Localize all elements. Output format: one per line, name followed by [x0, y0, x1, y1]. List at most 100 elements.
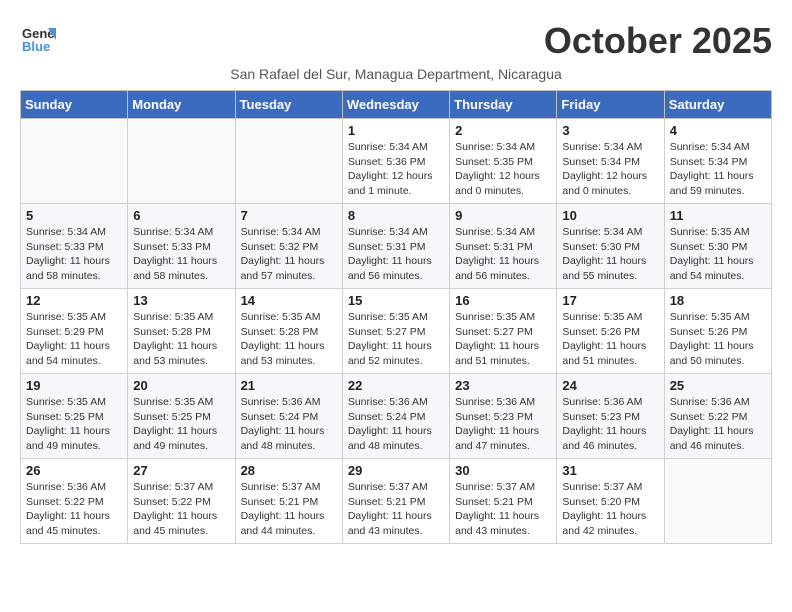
day-cell: 22 Sunrise: 5:36 AM Sunset: 5:24 PM Dayli… [342, 374, 449, 459]
header-row: SundayMondayTuesdayWednesdayThursdayFrid… [21, 91, 772, 119]
day-cell: 24 Sunrise: 5:36 AM Sunset: 5:23 PM Dayli… [557, 374, 664, 459]
day-info: Sunrise: 5:35 AM Sunset: 5:25 PM Dayligh… [133, 395, 229, 454]
day-info: Sunrise: 5:35 AM Sunset: 5:28 PM Dayligh… [241, 310, 337, 369]
day-info: Sunrise: 5:36 AM Sunset: 5:22 PM Dayligh… [670, 395, 766, 454]
header-thursday: Thursday [450, 91, 557, 119]
day-number: 7 [241, 208, 337, 223]
day-info: Sunrise: 5:35 AM Sunset: 5:26 PM Dayligh… [562, 310, 658, 369]
day-number: 5 [26, 208, 122, 223]
day-number: 11 [670, 208, 766, 223]
day-number: 28 [241, 463, 337, 478]
day-number: 18 [670, 293, 766, 308]
week-row-4: 19Sunrise: 5:35 AM Sunset: 5:25 PM Dayli… [21, 374, 772, 459]
day-cell: 26Sunrise: 5:36 AM Sunset: 5:22 PM Dayli… [21, 459, 128, 544]
day-cell: 19Sunrise: 5:35 AM Sunset: 5:25 PM Dayli… [21, 374, 128, 459]
day-cell: 1 Sunrise: 5:34 AM Sunset: 5:36 PM Daylig… [342, 119, 449, 204]
day-cell: 4 Sunrise: 5:34 AM Sunset: 5:34 PM Daylig… [664, 119, 771, 204]
day-number: 12 [26, 293, 122, 308]
day-info: Sunrise: 5:35 AM Sunset: 5:30 PM Dayligh… [670, 225, 766, 284]
day-info: Sunrise: 5:35 AM Sunset: 5:28 PM Dayligh… [133, 310, 229, 369]
calendar-header: SundayMondayTuesdayWednesdayThursdayFrid… [21, 91, 772, 119]
day-info: Sunrise: 5:34 AM Sunset: 5:34 PM Dayligh… [670, 140, 766, 199]
day-number: 24 [562, 378, 658, 393]
day-number: 1 [348, 123, 444, 138]
calendar-body: 1 Sunrise: 5:34 AM Sunset: 5:36 PM Daylig… [21, 119, 772, 544]
day-info: Sunrise: 5:34 AM Sunset: 5:32 PM Dayligh… [241, 225, 337, 284]
day-cell: 8 Sunrise: 5:34 AM Sunset: 5:31 PM Daylig… [342, 204, 449, 289]
day-cell: 17 Sunrise: 5:35 AM Sunset: 5:26 PM Dayli… [557, 289, 664, 374]
day-info: Sunrise: 5:37 AM Sunset: 5:21 PM Dayligh… [241, 480, 337, 539]
day-cell: 14 Sunrise: 5:35 AM Sunset: 5:28 PM Dayli… [235, 289, 342, 374]
day-number: 25 [670, 378, 766, 393]
day-cell: 2 Sunrise: 5:34 AM Sunset: 5:35 PM Daylig… [450, 119, 557, 204]
day-number: 21 [241, 378, 337, 393]
week-row-3: 12 Sunrise: 5:35 AM Sunset: 5:29 PM Dayli… [21, 289, 772, 374]
day-info: Sunrise: 5:34 AM Sunset: 5:36 PM Dayligh… [348, 140, 444, 199]
day-cell: 11 Sunrise: 5:35 AM Sunset: 5:30 PM Dayli… [664, 204, 771, 289]
day-number: 15 [348, 293, 444, 308]
day-cell: 5Sunrise: 5:34 AM Sunset: 5:33 PM Daylig… [21, 204, 128, 289]
day-number: 20 [133, 378, 229, 393]
day-info: Sunrise: 5:37 AM Sunset: 5:21 PM Dayligh… [348, 480, 444, 539]
day-cell: 23Sunrise: 5:36 AM Sunset: 5:23 PM Dayli… [450, 374, 557, 459]
day-cell [21, 119, 128, 204]
day-info: Sunrise: 5:34 AM Sunset: 5:31 PM Dayligh… [348, 225, 444, 284]
day-number: 8 [348, 208, 444, 223]
day-number: 4 [670, 123, 766, 138]
day-info: Sunrise: 5:37 AM Sunset: 5:21 PM Dayligh… [455, 480, 551, 539]
day-info: Sunrise: 5:36 AM Sunset: 5:22 PM Dayligh… [26, 480, 122, 539]
week-row-2: 5Sunrise: 5:34 AM Sunset: 5:33 PM Daylig… [21, 204, 772, 289]
day-cell: 25 Sunrise: 5:36 AM Sunset: 5:22 PM Dayli… [664, 374, 771, 459]
day-info: Sunrise: 5:35 AM Sunset: 5:27 PM Dayligh… [455, 310, 551, 369]
day-info: Sunrise: 5:36 AM Sunset: 5:23 PM Dayligh… [562, 395, 658, 454]
day-cell: 16 Sunrise: 5:35 AM Sunset: 5:27 PM Dayli… [450, 289, 557, 374]
day-cell: 15 Sunrise: 5:35 AM Sunset: 5:27 PM Dayli… [342, 289, 449, 374]
day-number: 30 [455, 463, 551, 478]
day-cell [235, 119, 342, 204]
day-cell [128, 119, 235, 204]
day-number: 17 [562, 293, 658, 308]
day-cell: 18 Sunrise: 5:35 AM Sunset: 5:26 PM Dayli… [664, 289, 771, 374]
day-info: Sunrise: 5:37 AM Sunset: 5:22 PM Dayligh… [133, 480, 229, 539]
calendar-subtitle: San Rafael del Sur, Managua Department, … [20, 66, 772, 82]
day-number: 29 [348, 463, 444, 478]
day-info: Sunrise: 5:35 AM Sunset: 5:26 PM Dayligh… [670, 310, 766, 369]
day-number: 13 [133, 293, 229, 308]
day-info: Sunrise: 5:35 AM Sunset: 5:25 PM Dayligh… [26, 395, 122, 454]
day-info: Sunrise: 5:34 AM Sunset: 5:31 PM Dayligh… [455, 225, 551, 284]
header-friday: Friday [557, 91, 664, 119]
day-cell: 6Sunrise: 5:34 AM Sunset: 5:33 PM Daylig… [128, 204, 235, 289]
logo-icon: General Blue [20, 20, 56, 56]
day-cell: 30 Sunrise: 5:37 AM Sunset: 5:21 PM Dayli… [450, 459, 557, 544]
day-number: 14 [241, 293, 337, 308]
day-cell: 20 Sunrise: 5:35 AM Sunset: 5:25 PM Dayli… [128, 374, 235, 459]
day-number: 31 [562, 463, 658, 478]
day-number: 27 [133, 463, 229, 478]
day-info: Sunrise: 5:34 AM Sunset: 5:30 PM Dayligh… [562, 225, 658, 284]
header-saturday: Saturday [664, 91, 771, 119]
day-info: Sunrise: 5:34 AM Sunset: 5:35 PM Dayligh… [455, 140, 551, 199]
header-sunday: Sunday [21, 91, 128, 119]
logo: General Blue [20, 20, 56, 56]
day-info: Sunrise: 5:35 AM Sunset: 5:29 PM Dayligh… [26, 310, 122, 369]
day-number: 3 [562, 123, 658, 138]
day-info: Sunrise: 5:37 AM Sunset: 5:20 PM Dayligh… [562, 480, 658, 539]
calendar-table: SundayMondayTuesdayWednesdayThursdayFrid… [20, 90, 772, 544]
week-row-1: 1 Sunrise: 5:34 AM Sunset: 5:36 PM Daylig… [21, 119, 772, 204]
day-cell [664, 459, 771, 544]
day-info: Sunrise: 5:35 AM Sunset: 5:27 PM Dayligh… [348, 310, 444, 369]
day-number: 2 [455, 123, 551, 138]
day-cell: 9Sunrise: 5:34 AM Sunset: 5:31 PM Daylig… [450, 204, 557, 289]
day-number: 22 [348, 378, 444, 393]
day-info: Sunrise: 5:36 AM Sunset: 5:24 PM Dayligh… [348, 395, 444, 454]
svg-text:Blue: Blue [22, 39, 50, 54]
day-number: 6 [133, 208, 229, 223]
day-number: 16 [455, 293, 551, 308]
day-info: Sunrise: 5:36 AM Sunset: 5:23 PM Dayligh… [455, 395, 551, 454]
month-title: October 2025 [544, 20, 772, 62]
day-number: 10 [562, 208, 658, 223]
day-cell: 29 Sunrise: 5:37 AM Sunset: 5:21 PM Dayli… [342, 459, 449, 544]
header-monday: Monday [128, 91, 235, 119]
day-info: Sunrise: 5:34 AM Sunset: 5:34 PM Dayligh… [562, 140, 658, 199]
page-header: General Blue October 2025 [20, 20, 772, 62]
